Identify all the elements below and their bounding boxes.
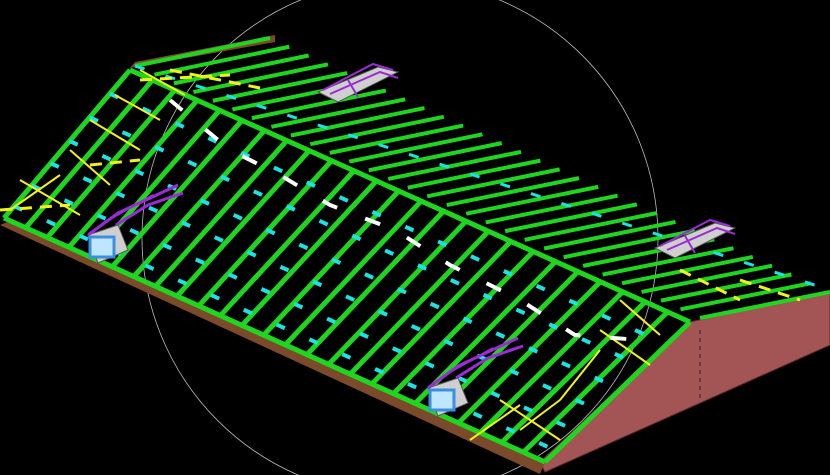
- dormer-window: [428, 388, 456, 412]
- dormer-window: [88, 235, 116, 259]
- cad-viewport[interactable]: [0, 0, 830, 475]
- roof-framing-3d-view: [0, 0, 830, 475]
